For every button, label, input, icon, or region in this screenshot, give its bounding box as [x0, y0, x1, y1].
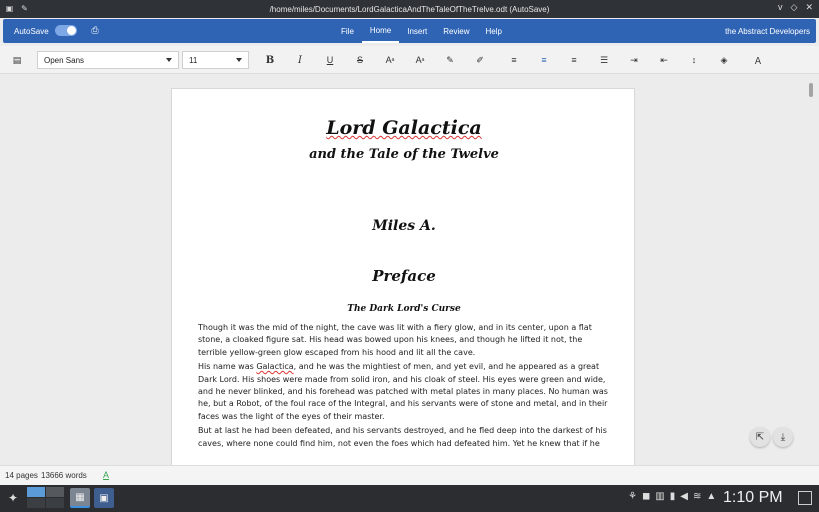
paragraph: His name was Galactica, and he was the m…	[198, 361, 610, 423]
vertical-scrollbar[interactable]	[809, 79, 815, 465]
battery-icon[interactable]: ▮	[670, 491, 676, 502]
doc-body[interactable]: Though it was the mid of the night, the …	[198, 322, 610, 452]
brand-label: the Abstract Developers	[725, 27, 810, 36]
font-size-select[interactable]: 11	[182, 51, 249, 69]
gamepad-icon[interactable]: ◼	[642, 491, 650, 502]
align-right-icon[interactable]: ≡	[567, 53, 581, 67]
spellcheck-icon[interactable]: A	[103, 470, 109, 480]
paragraph: Though it was the mid of the night, the …	[198, 323, 592, 357]
page-count: 14 pages	[5, 471, 38, 480]
minimize-icon[interactable]: v	[778, 2, 783, 13]
window-title: /home/miles/Documents/LordGalacticaAndTh…	[269, 4, 550, 14]
justify-icon[interactable]: ☰	[597, 53, 611, 67]
font-size-value: 11	[189, 55, 198, 65]
menu-insert[interactable]: Insert	[399, 19, 435, 43]
main-menu: File Home Insert Review Help	[333, 19, 510, 43]
document-area[interactable]: Lord Galactica and the Tale of the Twelv…	[0, 75, 819, 468]
scroll-bottom-icon[interactable]: ⤓	[773, 427, 793, 447]
network-icon[interactable]: ⚘	[628, 491, 637, 502]
clear-format-icon[interactable]: Ａ	[751, 53, 765, 67]
autosave-label: AutoSave	[14, 27, 49, 36]
bold-icon[interactable]: B	[263, 53, 277, 67]
doc-author: Miles A.	[372, 218, 436, 234]
outdent-icon[interactable]: ⇤	[657, 53, 671, 67]
launcher-icon[interactable]: ✦	[6, 491, 20, 505]
word-count: 13666 words	[41, 471, 87, 480]
font-family-select[interactable]: Open Sans	[37, 51, 179, 69]
strikethrough-icon[interactable]: S	[353, 53, 367, 67]
align-center-icon[interactable]: ≡	[537, 53, 551, 67]
clipboard-tray-icon[interactable]: ▥	[655, 491, 664, 502]
window-titlebar: ▣ ✎ /home/miles/Documents/LordGalacticaA…	[0, 0, 819, 18]
autosave-toggle[interactable]	[55, 25, 77, 36]
line-spacing-icon[interactable]: ↕	[687, 53, 701, 67]
maximize-icon[interactable]: ◇	[791, 2, 798, 13]
font-family-value: Open Sans	[44, 55, 85, 65]
brush-icon[interactable]: ✎	[443, 53, 457, 67]
fill-icon[interactable]: ◈	[717, 53, 731, 67]
task-app-2[interactable]: ▣	[94, 488, 114, 508]
clipboard-icon[interactable]: ▤	[10, 53, 24, 67]
doc-chapter: The Dark Lord's Curse	[347, 304, 461, 314]
doc-title-text: Lord Galactica	[326, 117, 482, 139]
menu-help[interactable]: Help	[477, 19, 509, 43]
pin-icon[interactable]: ✎	[19, 3, 30, 14]
chevron-down-icon	[236, 58, 242, 62]
desktop-4[interactable]	[46, 498, 64, 508]
desktop-3[interactable]	[27, 498, 45, 508]
page-nav-icon[interactable]: ⇱	[750, 427, 770, 447]
document-page[interactable]: Lord Galactica and the Tale of the Twelv…	[171, 88, 635, 468]
close-icon[interactable]: ✕	[805, 2, 813, 13]
expand-tray-icon[interactable]: ▲	[706, 491, 716, 502]
chevron-down-icon	[166, 58, 172, 62]
paragraph-text: His name was	[198, 362, 257, 372]
desktop-1[interactable]	[27, 487, 45, 497]
align-left-icon[interactable]: ≡	[507, 53, 521, 67]
system-tray: ⚘ ◼ ▥ ▮ ◀ ≋ ▲	[628, 491, 716, 502]
misspelled-word[interactable]: Galactica	[256, 362, 293, 371]
subscript-icon[interactable]: Aa	[413, 53, 427, 67]
app-header: AutoSave ⎙ File Home Insert Review Help …	[3, 19, 816, 43]
wifi-icon[interactable]: ≋	[693, 491, 701, 502]
paragraph: But at last he had been defeated, and hi…	[198, 426, 607, 448]
taskbar: ✦ ▦ ▣ ⚘ ◼ ▥ ▮ ◀ ≋ ▲ 1:10 PM	[0, 485, 819, 512]
volume-icon[interactable]: ◀	[680, 491, 688, 502]
doc-section: Preface	[372, 267, 436, 285]
print-icon[interactable]: ⎙	[89, 24, 101, 36]
format-toolbar: ▤ Open Sans 11 B I U S Aa Aa ✎ ✐ ≡ ≡ ≡ ☰…	[0, 46, 819, 74]
task-writer[interactable]: ▦	[70, 488, 90, 508]
status-bar: 14 pages 13666 words A	[0, 465, 819, 485]
menu-file[interactable]: File	[333, 19, 362, 43]
doc-subtitle: and the Tale of the Twelve	[309, 147, 499, 162]
clock[interactable]: 1:10 PM	[723, 489, 783, 507]
italic-icon[interactable]: I	[293, 53, 307, 67]
superscript-icon[interactable]: Aa	[383, 53, 397, 67]
eraser-icon[interactable]: ✐	[473, 53, 487, 67]
show-desktop-button[interactable]	[798, 491, 812, 505]
scrollbar-thumb[interactable]	[809, 83, 813, 97]
desktop-2[interactable]	[46, 487, 64, 497]
underline-icon[interactable]: U	[323, 53, 337, 67]
menu-review[interactable]: Review	[435, 19, 477, 43]
doc-title: Lord Galactica	[172, 117, 634, 139]
virtual-desktop-pager[interactable]	[27, 487, 65, 509]
indent-icon[interactable]: ⇥	[627, 53, 641, 67]
menu-home[interactable]: Home	[361, 19, 400, 43]
app-icon[interactable]: ▣	[4, 3, 15, 14]
